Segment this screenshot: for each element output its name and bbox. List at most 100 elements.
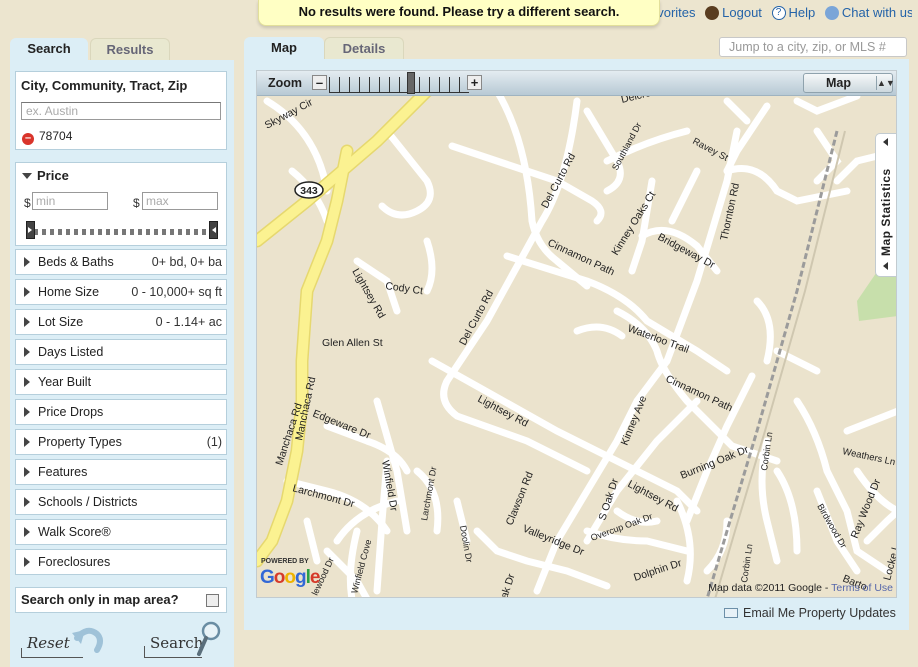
filter-value: 0 - 1.14+ ac: [155, 315, 222, 329]
map-area-box: Search only in map area?: [15, 587, 227, 613]
zoom-label: Zoom: [268, 76, 303, 90]
email-updates-link[interactable]: Email Me Property Updates: [724, 606, 896, 620]
chevron-right-icon: [24, 407, 30, 417]
top-nav: avorites Logout ? Help Chat with us: [650, 4, 912, 22]
slider-min-handle[interactable]: [26, 221, 35, 239]
map-statistics-tab[interactable]: Map Statistics: [875, 133, 896, 277]
price-box: Price $ min $ max: [15, 162, 227, 246]
search-underline: [144, 657, 202, 658]
label-doolin: Doolin Dr: [458, 525, 474, 564]
location-title: City, Community, Tract, Zip: [21, 78, 188, 93]
price-max-input[interactable]: max: [142, 192, 218, 210]
location-box: City, Community, Tract, Zip ex. Austin –…: [15, 71, 227, 150]
tab-search[interactable]: Search: [10, 38, 88, 60]
chevron-right-icon: [24, 377, 30, 387]
filter-row[interactable]: Features: [15, 459, 227, 485]
label-corbin2: Corbin Ln: [739, 543, 754, 583]
filter-row[interactable]: Home Size 0 - 10,000+ sq ft: [15, 279, 227, 305]
highway-roads-inner: [257, 71, 472, 566]
nav-help[interactable]: Help: [789, 5, 816, 20]
tab-map[interactable]: Map: [244, 37, 324, 59]
filter-value: 0 - 10,000+ sq ft: [131, 285, 222, 299]
label-lightsey3: Lightsey Rd: [626, 478, 681, 515]
chevron-right-icon: [24, 347, 30, 357]
no-results-notice: No results were found. Please try a diff…: [258, 0, 660, 26]
filter-row[interactable]: Property Types (1): [15, 429, 227, 455]
label-edgeware: Edgeware Dr: [311, 408, 373, 442]
zoom-thumb[interactable]: [407, 72, 415, 94]
expand-arrow-icon: [883, 262, 888, 270]
filter-row[interactable]: Year Built: [15, 369, 227, 395]
map-view[interactable]: 343 Skyway Cir Manchaca Rd Manchaca Rd D…: [256, 70, 897, 598]
search-bar: [144, 646, 145, 658]
collapse-arrow-icon: [883, 138, 888, 146]
filter-label: Year Built: [38, 375, 92, 389]
search-button[interactable]: Search: [144, 621, 222, 658]
map-area-label: Search only in map area?: [21, 592, 179, 607]
filter-row[interactable]: Price Drops: [15, 399, 227, 425]
price-toggle[interactable]: Price: [22, 168, 69, 183]
map-type-label: Map: [826, 76, 851, 90]
logout-icon: [705, 5, 720, 20]
map-data-text: Map data ©2011 Google -: [708, 582, 829, 594]
chevron-right-icon: [24, 317, 30, 327]
tab-results[interactable]: Results: [90, 38, 170, 60]
label-delcurto: Del Curto Rd: [539, 151, 578, 210]
map-attribution: Map data ©2011 Google - Terms of Use: [708, 582, 893, 594]
zoom-track[interactable]: [329, 77, 469, 93]
powered-by: POWERED BY: [261, 558, 309, 565]
chevron-right-icon: [24, 497, 30, 507]
filter-row[interactable]: Lot Size 0 - 1.14+ ac: [15, 309, 227, 335]
slider-max-handle[interactable]: [209, 221, 218, 239]
terms-link[interactable]: Terms of Use: [831, 582, 893, 594]
chevron-down-icon: [22, 173, 32, 179]
filter-label: Days Listed: [38, 345, 104, 359]
reset-button[interactable]: Reset: [21, 627, 103, 658]
location-input[interactable]: ex. Austin: [21, 102, 221, 120]
label-weathers: Weathers Ln: [841, 446, 896, 468]
email-updates-label: Email Me Property Updates: [743, 606, 896, 620]
filter-label: Features: [38, 465, 88, 479]
filter-row[interactable]: Walk Score®: [15, 519, 227, 545]
price-slider[interactable]: [26, 221, 218, 239]
label-corbin: Corbin Ln: [759, 431, 774, 471]
google-logo[interactable]: Google: [260, 567, 320, 589]
undo-arrow-icon: [72, 627, 103, 653]
remove-icon[interactable]: –: [22, 133, 34, 145]
chevron-right-icon: [24, 557, 30, 567]
filter-row[interactable]: Days Listed: [15, 339, 227, 365]
location-chip: –78704: [22, 129, 72, 145]
nav-logout[interactable]: Logout: [722, 5, 762, 20]
price-min-input[interactable]: min: [32, 192, 108, 210]
label-oak: ak Dr: [498, 572, 517, 598]
location-chip-label: 78704: [39, 129, 73, 143]
filter-label: Walk Score®: [38, 525, 111, 539]
slider-track: [34, 229, 210, 235]
label-kinneyoaks: Kinney Oaks Ct: [609, 189, 658, 257]
search-panel: City, Community, Tract, Zip ex. Austin –…: [10, 60, 234, 667]
magnifier-icon: [197, 621, 221, 656]
reset-bar: [21, 648, 22, 658]
label-glenallen: Glen Allen St: [322, 337, 383, 349]
price-title: Price: [37, 168, 69, 183]
label-kinneyave: Kinney Ave: [619, 394, 650, 447]
zoom-out-button[interactable]: –: [312, 75, 327, 90]
nav-chat[interactable]: Chat with us: [842, 5, 912, 20]
chevron-right-icon: [24, 257, 30, 267]
tab-details[interactable]: Details: [324, 37, 404, 59]
zoom-in-button[interactable]: +: [467, 75, 482, 90]
filter-label: Price Drops: [38, 405, 104, 419]
filter-label: Beds & Baths: [38, 255, 114, 269]
chevron-right-icon: [24, 527, 30, 537]
filter-row[interactable]: Schools / Districts: [15, 489, 227, 515]
filter-label: Schools / Districts: [38, 495, 138, 509]
filter-label: Foreclosures: [38, 555, 111, 569]
map-canvas: 343 Skyway Cir Manchaca Rd Manchaca Rd D…: [257, 71, 896, 598]
filter-row[interactable]: Beds & Baths 0+ bd, 0+ ba: [15, 249, 227, 275]
map-area-checkbox[interactable]: [206, 594, 219, 607]
jump-input[interactable]: Jump to a city, zip, or MLS #: [719, 37, 907, 57]
chevron-right-icon: [24, 437, 30, 447]
map-type-select[interactable]: Map ▲▼: [803, 73, 895, 93]
filter-row[interactable]: Foreclosures: [15, 549, 227, 575]
envelope-icon: [724, 608, 738, 618]
